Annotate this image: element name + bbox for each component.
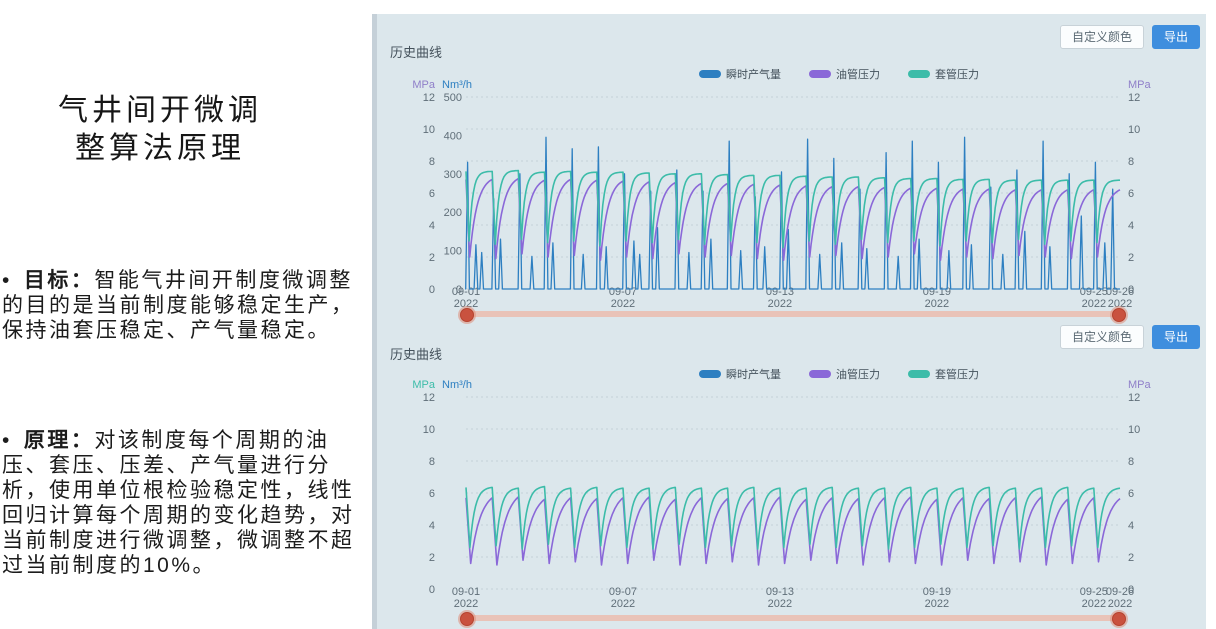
bullet-principle-label: 原理：	[24, 429, 95, 452]
svg-text:10: 10	[1128, 124, 1140, 136]
svg-text:12: 12	[1128, 92, 1140, 104]
svg-text:2022: 2022	[925, 298, 949, 310]
slide-title-line2: 整算法原理	[10, 130, 310, 168]
bullet-goal-label: 目标：	[24, 269, 95, 292]
svg-text:2022: 2022	[611, 598, 635, 610]
svg-text:10: 10	[1128, 424, 1140, 436]
svg-text:10: 10	[423, 124, 435, 136]
export-button[interactable]: 导出	[1152, 25, 1200, 49]
bullet-principle: •原理：对该制度每个周期的油压、套压、压差、产气量进行分析，使用单位根检验稳定性…	[2, 428, 366, 578]
svg-text:MPa: MPa	[1128, 79, 1152, 91]
svg-text:12: 12	[423, 392, 435, 404]
svg-text:2022: 2022	[1108, 598, 1132, 610]
svg-text:2022: 2022	[768, 298, 792, 310]
legend-marker-icon	[908, 370, 930, 378]
dashboard-panel: 自定义颜色 导出 历史曲线 瞬时产气量 油管压力 套管压力 1212101088…	[372, 14, 1206, 629]
svg-text:6: 6	[429, 488, 435, 500]
history-curve-card-2: 自定义颜色 导出 历史曲线 瞬时产气量 油管压力 套管压力 1212101088…	[372, 318, 1206, 629]
svg-text:Nm³/h: Nm³/h	[442, 79, 472, 91]
card-title: 历史曲线	[390, 344, 442, 363]
svg-text:09-13: 09-13	[766, 586, 794, 598]
customize-color-button[interactable]: 自定义颜色	[1060, 25, 1144, 49]
svg-text:2022: 2022	[1082, 598, 1106, 610]
svg-text:6: 6	[429, 188, 435, 200]
svg-text:09-01: 09-01	[452, 586, 480, 598]
history-curve-card-1: 自定义颜色 导出 历史曲线 瞬时产气量 油管压力 套管压力 1212101088…	[372, 14, 1206, 318]
svg-text:4: 4	[429, 220, 435, 232]
datazoom-left-handle[interactable]	[460, 612, 474, 626]
svg-text:8: 8	[1128, 156, 1134, 168]
svg-text:09-25: 09-25	[1080, 586, 1108, 598]
svg-text:0: 0	[429, 284, 435, 296]
datazoom-right-handle[interactable]	[1112, 612, 1126, 626]
bullet-dot: •	[2, 269, 12, 292]
slide-text-panel: 气井间开微调 整算法原理 •目标：智能气井间开制度微调整的目的是当前制度能够稳定…	[0, 0, 372, 629]
svg-text:8: 8	[1128, 456, 1134, 468]
svg-text:6: 6	[1128, 488, 1134, 500]
svg-text:0: 0	[429, 584, 435, 596]
datazoom-slider-2[interactable]	[466, 615, 1120, 621]
toolbar-2: 自定义颜色 导出	[1060, 325, 1200, 349]
slide-title-line1: 气井间开微调	[10, 92, 310, 130]
svg-text:2: 2	[1128, 252, 1134, 264]
customize-color-button[interactable]: 自定义颜色	[1060, 325, 1144, 349]
svg-text:2022: 2022	[1082, 298, 1106, 310]
svg-text:MPa: MPa	[412, 379, 436, 391]
toolbar-1: 自定义颜色 导出	[1060, 25, 1200, 49]
bullet-dot: •	[2, 429, 12, 452]
card-title: 历史曲线	[390, 42, 442, 61]
svg-text:2022: 2022	[768, 598, 792, 610]
svg-text:09-07: 09-07	[609, 586, 637, 598]
svg-text:2022: 2022	[454, 598, 478, 610]
svg-text:Nm³/h: Nm³/h	[442, 379, 472, 391]
datazoom-slider-1[interactable]	[466, 311, 1120, 317]
history-chart-1[interactable]: 1212101088664422005004003002001000MPaNm³…	[372, 74, 1216, 318]
svg-text:8: 8	[429, 156, 435, 168]
legend-marker-icon	[699, 370, 721, 378]
export-button[interactable]: 导出	[1152, 325, 1200, 349]
svg-text:4: 4	[429, 520, 435, 532]
svg-text:10: 10	[423, 424, 435, 436]
svg-text:4: 4	[1128, 520, 1134, 532]
bullet-goal: •目标：智能气井间开制度微调整的目的是当前制度能够稳定生产，保持油套压稳定、产气…	[2, 268, 366, 343]
svg-text:09-19: 09-19	[923, 586, 951, 598]
svg-text:2: 2	[429, 252, 435, 264]
svg-text:2: 2	[429, 552, 435, 564]
svg-text:300: 300	[444, 169, 462, 181]
svg-text:MPa: MPa	[1128, 379, 1152, 391]
legend-marker-icon	[809, 370, 831, 378]
svg-text:09-26: 09-26	[1106, 286, 1134, 298]
svg-text:2: 2	[1128, 552, 1134, 564]
svg-text:8: 8	[429, 456, 435, 468]
svg-text:6: 6	[1128, 188, 1134, 200]
svg-text:200: 200	[444, 207, 462, 219]
svg-text:12: 12	[1128, 392, 1140, 404]
svg-text:MPa: MPa	[412, 79, 436, 91]
svg-text:12: 12	[423, 92, 435, 104]
svg-text:100: 100	[444, 246, 462, 258]
history-chart-2[interactable]: 121210108866442200MPaNm³/hMPa09-01202209…	[372, 378, 1216, 614]
slide-title: 气井间开微调 整算法原理	[10, 92, 310, 168]
svg-text:2022: 2022	[925, 598, 949, 610]
svg-text:2022: 2022	[611, 298, 635, 310]
svg-text:09-26: 09-26	[1106, 586, 1134, 598]
svg-text:500: 500	[444, 92, 462, 104]
svg-text:400: 400	[444, 130, 462, 142]
svg-text:4: 4	[1128, 220, 1134, 232]
